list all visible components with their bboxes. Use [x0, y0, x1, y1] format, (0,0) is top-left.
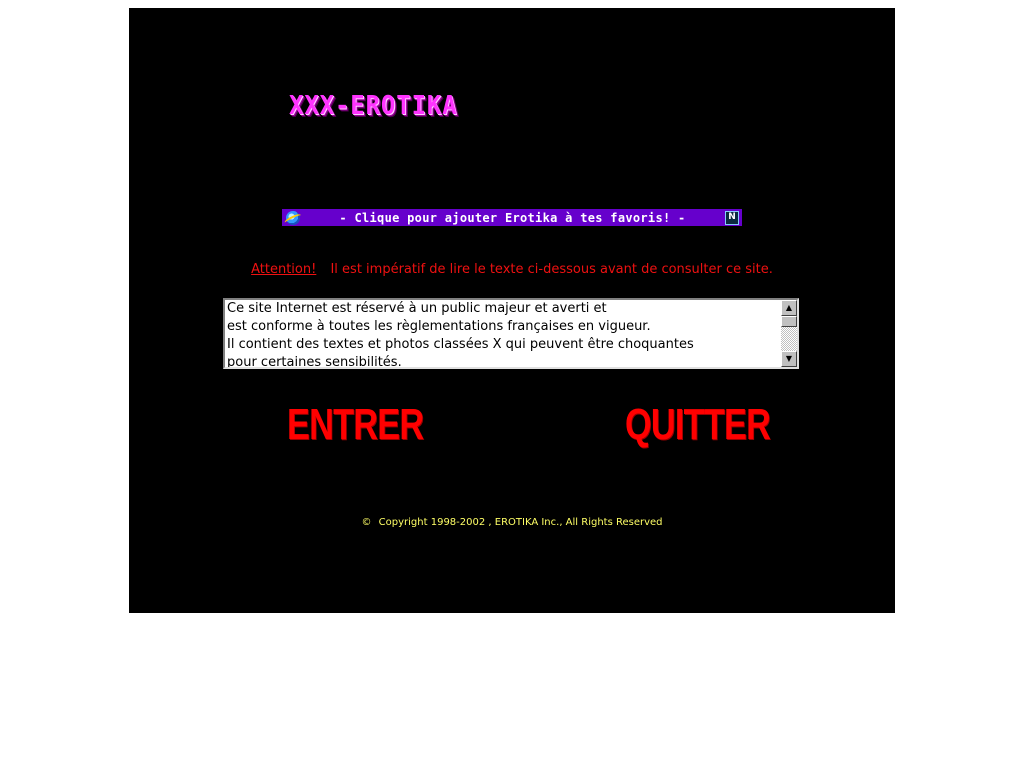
copyright-icon: © — [361, 517, 372, 528]
add-to-favorites-bar[interactable]: - Clique pour ajouter Erotika à tes favo… — [282, 209, 742, 226]
warning-text: Il est impératif de lire le texte ci-des… — [330, 262, 773, 277]
quit-button[interactable]: QUITTER — [625, 400, 771, 450]
copyright-footer: © Copyright 1998-2002 , EROTIKA Inc., Al… — [129, 517, 895, 528]
attention-label: Attention! — [251, 262, 317, 277]
disclaimer-scrollbar[interactable]: ▲ ▼ — [781, 300, 797, 367]
disclaimer-textarea[interactable]: Ce site Internet est réservé à un public… — [223, 298, 799, 369]
scroll-up-button[interactable]: ▲ — [781, 300, 797, 316]
netscape-icon: N — [725, 210, 739, 225]
scroll-thumb[interactable] — [781, 316, 797, 327]
site-logo: XXX-EROTIKA — [289, 91, 458, 121]
add-to-favorites-link[interactable]: - Clique pour ajouter Erotika à tes favo… — [300, 211, 725, 225]
page-container: XXX-EROTIKA - Clique pour ajouter Erotik… — [129, 8, 895, 613]
warning-message: Attention! Il est impératif de lire le t… — [129, 262, 895, 277]
disclaimer-text: Ce site Internet est réservé à un public… — [227, 301, 694, 367]
scroll-down-button[interactable]: ▼ — [781, 351, 797, 367]
internet-explorer-icon — [286, 210, 300, 225]
enter-button[interactable]: ENTRER — [287, 400, 424, 450]
copyright-text: Copyright 1998-2002 , EROTIKA Inc., All … — [378, 517, 663, 528]
